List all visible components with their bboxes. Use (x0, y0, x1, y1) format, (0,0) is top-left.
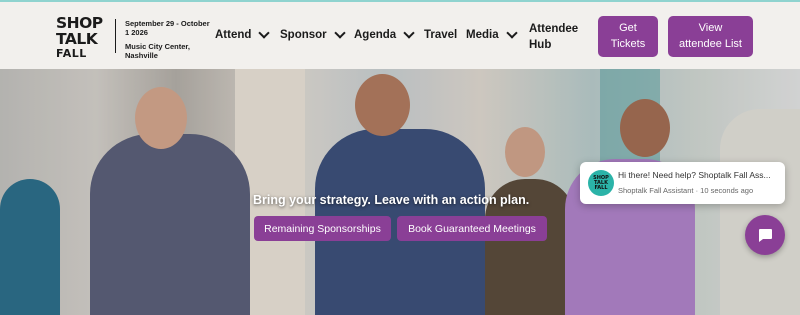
logo-line-2: TALK (56, 29, 98, 48)
chat-sender: Shoptalk Fall Assistant (618, 186, 694, 195)
chat-popup[interactable]: SHOP TALK FALL Hi there! Need help? Shop… (580, 162, 785, 204)
event-dates: September 29 - October 1 2026 (125, 19, 210, 37)
book-guaranteed-meetings-button[interactable]: Book Guaranteed Meetings (397, 216, 547, 241)
chat-time: 10 seconds ago (700, 186, 754, 195)
view-attendee-list-label: View attendee List (679, 21, 742, 50)
nav-attendee-hub-label: Attendee Hub (529, 23, 579, 51)
nav-attend-label: Attend (215, 29, 252, 41)
nav-media[interactable]: Media (466, 27, 518, 41)
book-guaranteed-meetings-label: Book Guaranteed Meetings (408, 222, 536, 235)
nav-attendee-hub[interactable]: Attendee Hub (529, 22, 579, 53)
chevron-down-icon (505, 27, 518, 39)
chat-meta: Shoptalk Fall Assistant · 10 seconds ago (618, 186, 753, 195)
get-tickets-button[interactable]: Get Tickets (598, 16, 658, 57)
chevron-down-icon (258, 27, 271, 39)
view-attendee-list-button[interactable]: View attendee List (668, 16, 753, 57)
logo-divider (115, 19, 116, 53)
nav-agenda[interactable]: Agenda (354, 27, 415, 41)
site-header: SHOP TALK FALL September 29 - October 1 … (0, 0, 800, 69)
event-venue: Music City Center, Nashville (125, 42, 191, 60)
logo-line-3: FALL (56, 47, 87, 60)
nav-agenda-label: Agenda (354, 29, 397, 41)
remaining-sponsorships-label: Remaining Sponsorships (264, 222, 381, 235)
nav-sponsor-label: Sponsor (280, 29, 327, 41)
chat-icon (759, 229, 772, 242)
nav-sponsor[interactable]: Sponsor (280, 27, 346, 41)
nav-attend[interactable]: Attend (215, 27, 271, 41)
chat-message: Hi there! Need help? Shoptalk Fall Ass..… (618, 170, 771, 180)
shoptalk-logo[interactable]: SHOP TALK FALL (56, 15, 108, 60)
chat-launcher-button[interactable] (745, 215, 785, 255)
event-info: September 29 - October 1 2026 Music City… (125, 19, 215, 60)
nav-media-label: Media (466, 29, 499, 41)
nav-travel-label: Travel (424, 29, 458, 41)
avatar-line-3: FALL (594, 184, 608, 191)
get-tickets-label: Get Tickets (610, 21, 646, 50)
nav-travel[interactable]: Travel (424, 29, 457, 41)
chevron-down-icon (333, 27, 346, 39)
remaining-sponsorships-button[interactable]: Remaining Sponsorships (254, 216, 391, 241)
chevron-down-icon (403, 27, 415, 39)
hero-tagline: Bring your strategy. Leave with an actio… (253, 193, 530, 207)
assistant-avatar: SHOP TALK FALL (588, 170, 614, 196)
